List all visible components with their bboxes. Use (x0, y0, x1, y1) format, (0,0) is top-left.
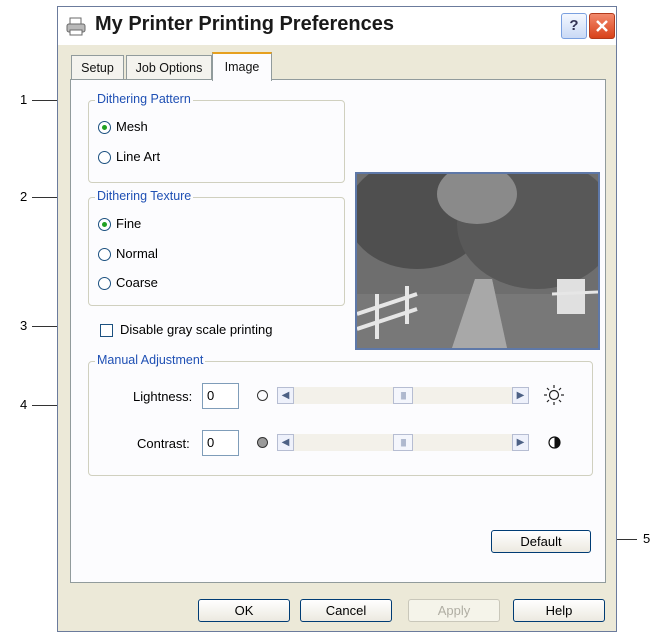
lightness-label: Lightness: (133, 389, 193, 404)
disable-grayscale-label[interactable]: Disable gray scale printing (120, 322, 272, 337)
help-button[interactable]: Help (513, 599, 605, 622)
contrast-input[interactable]: 0 (202, 430, 239, 456)
disable-grayscale-checkbox[interactable] (100, 324, 113, 337)
lightness-low-icon (257, 390, 268, 401)
default-button[interactable]: Default (491, 530, 591, 553)
lightness-input[interactable]: 0 (202, 383, 239, 409)
dithering-pattern-legend: Dithering Pattern (95, 92, 193, 106)
callout-4: 4 (20, 397, 28, 412)
mesh-radio[interactable] (98, 121, 111, 134)
lightness-thumb[interactable]: ||||| (393, 387, 413, 404)
contrast-right-arrow[interactable]: ▶ (512, 434, 529, 451)
callout-2: 2 (20, 189, 28, 204)
ok-button[interactable]: OK (198, 599, 290, 622)
callout-3: 3 (20, 318, 28, 333)
tab-image[interactable]: Image (212, 52, 272, 81)
manual-adjustment-legend: Manual Adjustment (95, 353, 206, 367)
contrast-left-arrow[interactable]: ◀ (277, 434, 294, 451)
dithering-pattern-group (88, 100, 345, 183)
fine-label[interactable]: Fine (116, 216, 141, 231)
tab-setup[interactable]: Setup (71, 55, 124, 80)
printer-icon (66, 16, 86, 36)
callout-1: 1 (20, 92, 28, 107)
sun-icon (543, 384, 565, 406)
image-tab-panel: Dithering Pattern Mesh Line Art Ditherin… (70, 79, 606, 583)
window-title: My Printer Printing Preferences (95, 13, 394, 35)
callout-5: 5 (643, 531, 651, 546)
title-bar[interactable]: My Printer Printing Preferences ? (58, 7, 616, 45)
line-art-radio[interactable] (98, 151, 111, 164)
contrast-low-icon (257, 437, 268, 448)
contrast-thumb[interactable]: ||||| (393, 434, 413, 451)
tab-job-options[interactable]: Job Options (126, 55, 212, 80)
contrast-label: Contrast: (137, 436, 190, 451)
lightness-left-arrow[interactable]: ◀ (277, 387, 294, 404)
mesh-label[interactable]: Mesh (116, 119, 148, 134)
line-art-label[interactable]: Line Art (116, 149, 160, 164)
apply-button[interactable]: Apply (408, 599, 500, 622)
coarse-label[interactable]: Coarse (116, 275, 158, 290)
fine-radio[interactable] (98, 218, 111, 231)
dithering-texture-legend: Dithering Texture (95, 189, 194, 203)
help-icon[interactable]: ? (561, 13, 587, 39)
coarse-radio[interactable] (98, 277, 111, 290)
preferences-dialog: My Printer Printing Preferences ? Setup … (57, 6, 617, 632)
image-preview (355, 172, 600, 350)
close-icon[interactable] (589, 13, 615, 39)
lightness-right-arrow[interactable]: ▶ (512, 387, 529, 404)
normal-label[interactable]: Normal (116, 246, 158, 261)
cancel-button[interactable]: Cancel (300, 599, 392, 622)
normal-radio[interactable] (98, 248, 111, 261)
contrast-high-icon (548, 436, 561, 449)
manual-adjustment-group (88, 361, 593, 476)
